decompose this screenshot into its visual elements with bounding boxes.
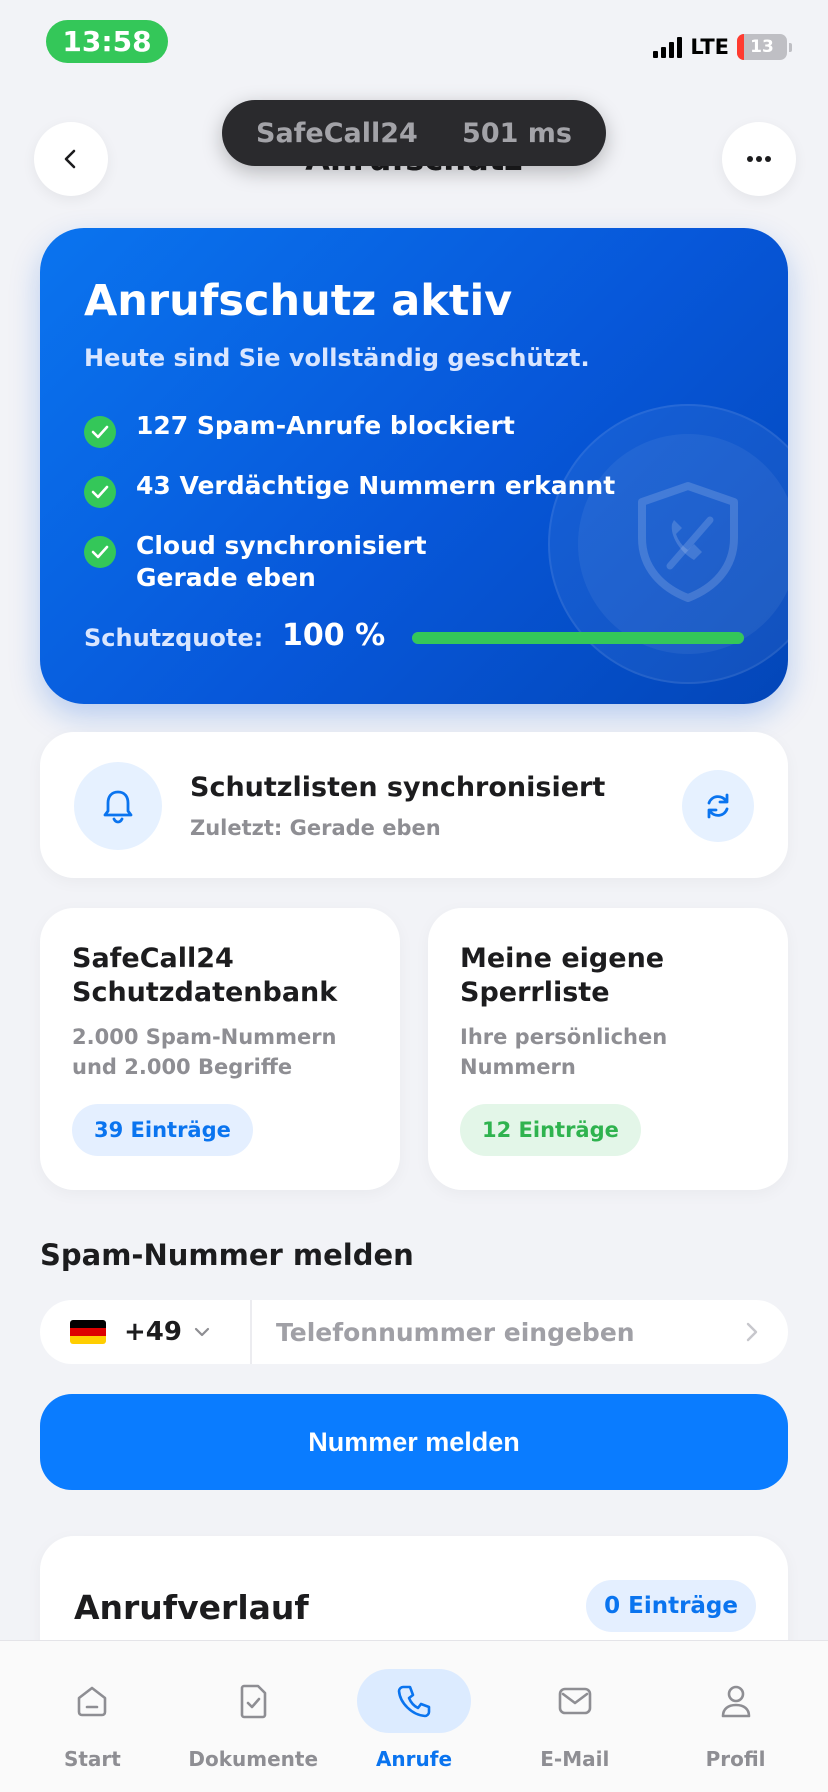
entries-badge: 12 Einträge bbox=[460, 1104, 641, 1156]
history-title: Anrufverlauf bbox=[74, 1588, 309, 1627]
report-section-title: Spam-Nummer melden bbox=[40, 1238, 414, 1272]
tab-label: Profil bbox=[705, 1747, 766, 1771]
tab-label: E-Mail bbox=[540, 1747, 610, 1771]
list-title: Sperrliste bbox=[460, 977, 610, 1008]
list-description: Ihre persönlichen bbox=[460, 1025, 668, 1049]
tab-profil[interactable]: Profil bbox=[661, 1641, 811, 1792]
bell-icon bbox=[74, 762, 162, 850]
status-indicators: LTE 13 bbox=[653, 34, 792, 60]
phone-input-group: +49 bbox=[40, 1300, 788, 1364]
list-description: Nummern bbox=[460, 1055, 576, 1079]
list-title: SafeCall24 bbox=[72, 943, 234, 974]
shield-phone-icon bbox=[638, 482, 738, 602]
protection-checklist: 127 Spam-Anrufe blockiert 43 Verdächtige… bbox=[84, 410, 615, 616]
history-count-badge: 0 Einträge bbox=[586, 1580, 756, 1632]
sync-title: Schutzlisten synchronisiert bbox=[190, 772, 606, 803]
personal-blocklist-card[interactable]: Meine eigene Sperrliste Ihre persönliche… bbox=[428, 908, 788, 1190]
refresh-icon bbox=[707, 793, 729, 819]
ellipsis-icon bbox=[747, 156, 771, 162]
status-time: 13:58 bbox=[46, 20, 168, 63]
hero-subtitle: Heute sind Sie vollständig geschützt. bbox=[84, 344, 590, 372]
report-number-button[interactable]: Nummer melden bbox=[40, 1394, 788, 1490]
sync-subtitle: Zuletzt: Gerade eben bbox=[190, 816, 441, 840]
list-title: Meine eigene bbox=[460, 943, 665, 974]
protection-status-card: Anrufschutz aktiv Heute sind Sie vollstä… bbox=[40, 228, 788, 704]
network-type: LTE bbox=[690, 35, 729, 59]
phone-number-input[interactable] bbox=[252, 1300, 746, 1364]
dial-code: +49 bbox=[124, 1317, 182, 1347]
check-text: 127 Spam-Anrufe blockiert bbox=[136, 411, 515, 440]
back-button[interactable] bbox=[34, 122, 108, 196]
check-detail: Gerade eben bbox=[136, 563, 316, 592]
tab-dokumente[interactable]: Dokumente bbox=[178, 1641, 328, 1792]
check-item-cloud: Cloud synchronisiert Gerade eben bbox=[84, 530, 615, 594]
country-code-selector[interactable]: +49 bbox=[40, 1300, 252, 1364]
toast-app-name: SafeCall24 bbox=[256, 117, 418, 149]
quota-progress-bar bbox=[412, 632, 744, 644]
chevron-right-icon bbox=[746, 1322, 758, 1342]
toast-latency: 501 ms bbox=[462, 117, 572, 149]
battery-icon: 13 bbox=[737, 34, 787, 60]
phone-icon bbox=[397, 1685, 431, 1718]
entries-badge: 39 Einträge bbox=[72, 1104, 253, 1156]
tab-label: Anrufe bbox=[375, 1747, 453, 1771]
tab-label: Start bbox=[63, 1747, 121, 1771]
quota-label: Schutzquote: bbox=[84, 624, 264, 652]
protection-database-card[interactable]: SafeCall24 Schutzdatenbank 2.000 Spam-Nu… bbox=[40, 908, 400, 1190]
check-text: Cloud synchronisiert bbox=[136, 531, 427, 560]
list-description: 2.000 Spam-Nummern bbox=[72, 1025, 337, 1049]
check-icon bbox=[84, 536, 116, 568]
person-icon bbox=[721, 1685, 750, 1718]
mail-icon bbox=[558, 1687, 592, 1715]
germany-flag-icon bbox=[70, 1320, 106, 1344]
check-item-suspicious: 43 Verdächtige Nummern erkannt bbox=[84, 470, 615, 508]
battery-level: 13 bbox=[750, 37, 774, 57]
quota-progress-fill bbox=[412, 632, 744, 644]
home-icon bbox=[78, 1686, 107, 1717]
tab-start[interactable]: Start bbox=[17, 1641, 167, 1792]
sync-status-card: Schutzlisten synchronisiert Zuletzt: Ger… bbox=[40, 732, 788, 878]
list-title: Schutzdatenbank bbox=[72, 977, 338, 1008]
latency-toast: SafeCall24 501 ms bbox=[222, 100, 606, 166]
signal-icon bbox=[653, 36, 683, 58]
tab-bar: Start Dokumente Anrufe E-Mail Profil bbox=[0, 1640, 828, 1792]
chevron-left-icon bbox=[64, 149, 76, 169]
more-button[interactable] bbox=[722, 122, 796, 196]
check-text: 43 Verdächtige Nummern erkannt bbox=[136, 471, 616, 500]
tab-email[interactable]: E-Mail bbox=[500, 1641, 650, 1792]
chevron-down-icon bbox=[194, 1327, 210, 1337]
check-item-blocked: 127 Spam-Anrufe blockiert bbox=[84, 410, 615, 448]
tab-anrufe[interactable]: Anrufe bbox=[339, 1641, 489, 1792]
document-check-icon bbox=[240, 1684, 267, 1719]
refresh-button[interactable] bbox=[682, 770, 754, 842]
quota-value: 100 % bbox=[282, 618, 386, 653]
check-icon bbox=[84, 416, 116, 448]
list-description: und 2.000 Begriffe bbox=[72, 1055, 293, 1079]
hero-title: Anrufschutz aktiv bbox=[84, 276, 513, 326]
tab-label: Dokumente bbox=[188, 1747, 319, 1771]
check-icon bbox=[84, 476, 116, 508]
